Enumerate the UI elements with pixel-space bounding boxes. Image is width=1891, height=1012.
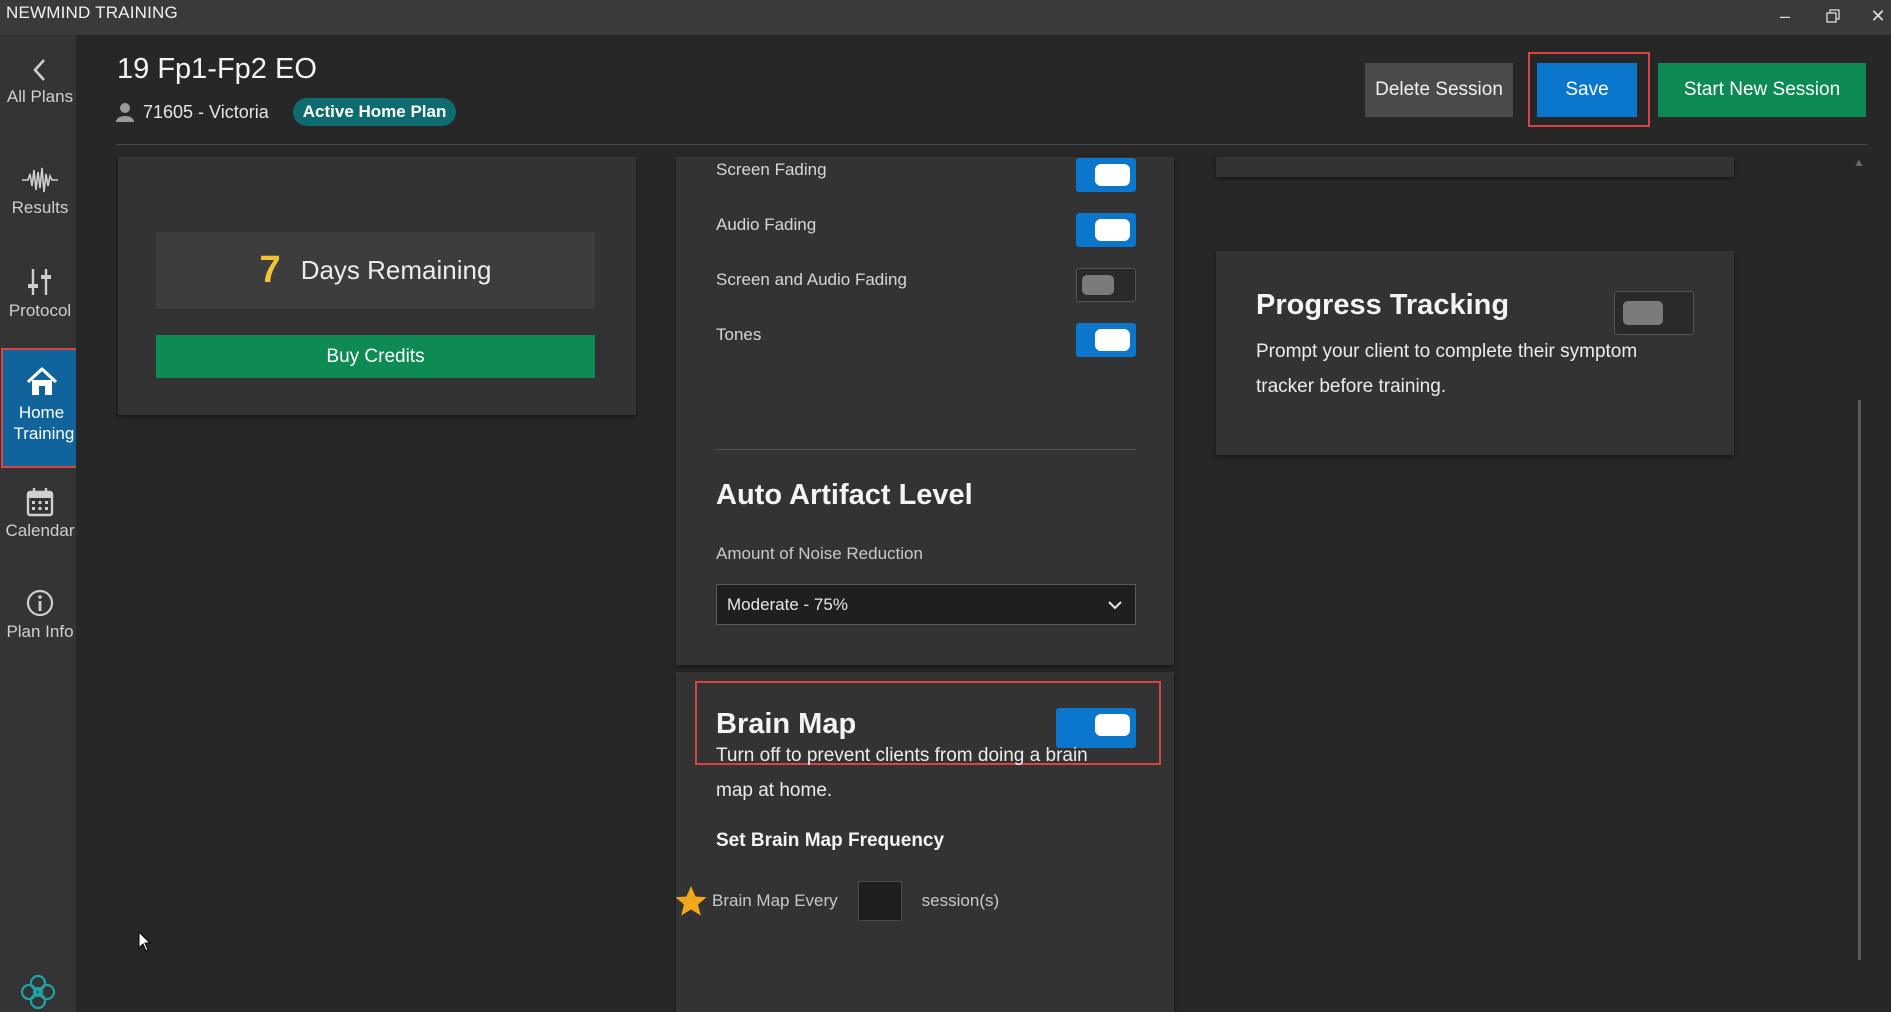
progress-tracking-description: Prompt your client to complete their sym… <box>1256 341 1638 397</box>
mouse-cursor-icon <box>138 931 152 952</box>
save-button[interactable]: Save <box>1537 63 1637 117</box>
restore-icon <box>1826 9 1840 23</box>
scroll-up-icon[interactable]: ▲ <box>1853 155 1865 169</box>
sliders-icon <box>28 269 51 295</box>
sidebar-item-all-plans[interactable]: All Plans <box>2 57 78 107</box>
audio-fading-toggle[interactable] <box>1076 213 1136 247</box>
title-bar: NEWMIND TRAINING – ✕ <box>0 0 1891 35</box>
sidebar-item-plan-info[interactable]: Plan Info <box>2 588 78 642</box>
toggle-label: Screen Fading <box>716 160 827 179</box>
noise-reduction-value: Moderate - 75% <box>727 594 848 614</box>
progress-tracking-card: Progress Tracking Prompt your client to … <box>1216 251 1734 455</box>
sidebar-item-results[interactable]: Results <box>2 166 78 218</box>
start-new-session-button[interactable]: Start New Session <box>1658 63 1866 117</box>
sidebar-item-label: Home Training <box>13 403 75 443</box>
noise-reduction-label: Amount of Noise Reduction <box>716 544 923 563</box>
client-name: 71605 - Victoria <box>143 101 269 122</box>
days-remaining-count: 7 <box>259 249 281 291</box>
home-icon <box>26 367 57 395</box>
info-icon <box>26 589 54 617</box>
progress-tracking-heading: Progress Tracking <box>1256 289 1510 321</box>
scrollbar[interactable]: ▲ <box>1851 155 1867 975</box>
sidebar-item-protocol[interactable]: Protocol <box>2 267 78 321</box>
days-remaining: 7 Days Remaining <box>156 232 595 309</box>
toggle-row-screen-fading: Screen Fading <box>716 157 1136 193</box>
sidebar-item-calendar[interactable]: Calendar <box>2 487 78 541</box>
brain-map-description: Turn off to prevent clients from doing a… <box>716 745 1088 801</box>
status-badge: Active Home Plan <box>292 98 457 126</box>
delete-session-button[interactable]: Delete Session <box>1365 63 1513 117</box>
sidebar-item-label: Calendar <box>5 521 75 540</box>
main-content: 19 Fp1-Fp2 EO 71605 - Victoria Active Ho… <box>76 35 1891 1012</box>
star-icon <box>675 886 707 916</box>
client-info: 71605 - Victoria Active Home Plan <box>116 97 457 127</box>
minimize-button[interactable]: – <box>1770 2 1800 30</box>
progress-tracking-toggle[interactable] <box>1614 291 1694 335</box>
chevron-left-icon <box>33 59 45 81</box>
toggle-row-audio-fading: Audio Fading <box>716 212 1136 248</box>
header-divider <box>116 144 1867 145</box>
feedback-settings-card: Screen Fading Audio Fading Screen and Au… <box>676 157 1174 665</box>
toggle-row-tones: Tones <box>716 322 1136 358</box>
brain-map-card: Brain Map Turn off to prevent clients fr… <box>675 672 1174 1012</box>
restore-button[interactable] <box>1818 2 1848 30</box>
brain-map-heading: Brain Map <box>716 708 857 740</box>
brain-map-frequency-row: Brain Map Every session(s) <box>675 880 1000 922</box>
sidebar-item-home-training[interactable]: Home Training <box>1 348 82 468</box>
brain-map-unit-label: session(s) <box>921 891 1000 910</box>
app-title: NEWMIND TRAINING <box>6 3 178 22</box>
toggle-label: Audio Fading <box>716 215 817 234</box>
toggle-row-screen-audio-fading: Screen and Audio Fading <box>716 267 1136 303</box>
days-remaining-label: Days Remaining <box>300 255 492 285</box>
collapsed-card <box>1216 157 1734 177</box>
noise-reduction-select[interactable]: Moderate - 75% <box>716 584 1136 625</box>
sidebar-item-label: Plan Info <box>6 622 74 641</box>
section-divider <box>716 449 1136 450</box>
user-icon <box>116 103 134 122</box>
sidebar-item-label: Results <box>11 198 69 217</box>
tones-toggle[interactable] <box>1076 323 1136 357</box>
toggle-label: Tones <box>716 325 762 344</box>
credits-card: 7 Days Remaining Buy Credits <box>118 157 636 415</box>
sidebar-item-label: All Plans <box>6 87 74 106</box>
screen-audio-fading-toggle[interactable] <box>1076 268 1136 302</box>
buy-credits-button[interactable]: Buy Credits <box>156 335 595 378</box>
page-title: 19 Fp1-Fp2 EO <box>117 53 317 85</box>
chevron-down-icon <box>1108 601 1122 610</box>
newmind-logo-icon <box>20 974 56 1010</box>
brain-map-frequency-input[interactable] <box>857 881 902 921</box>
artifact-heading: Auto Artifact Level <box>716 479 973 511</box>
scrollbar-thumb[interactable] <box>1858 400 1861 960</box>
brain-map-frequency-heading: Set Brain Map Frequency <box>716 830 945 851</box>
sidebar-item-label: Protocol <box>8 301 72 320</box>
sidebar: All Plans Results Protocol Home Training… <box>0 35 82 1012</box>
brain-map-every-label: Brain Map Every <box>712 891 838 910</box>
calendar-icon <box>26 488 54 517</box>
waveform-icon <box>22 167 58 193</box>
close-button[interactable]: ✕ <box>1863 2 1891 30</box>
toggle-label: Screen and Audio Fading <box>716 270 907 289</box>
screen-fading-toggle[interactable] <box>1076 158 1136 192</box>
